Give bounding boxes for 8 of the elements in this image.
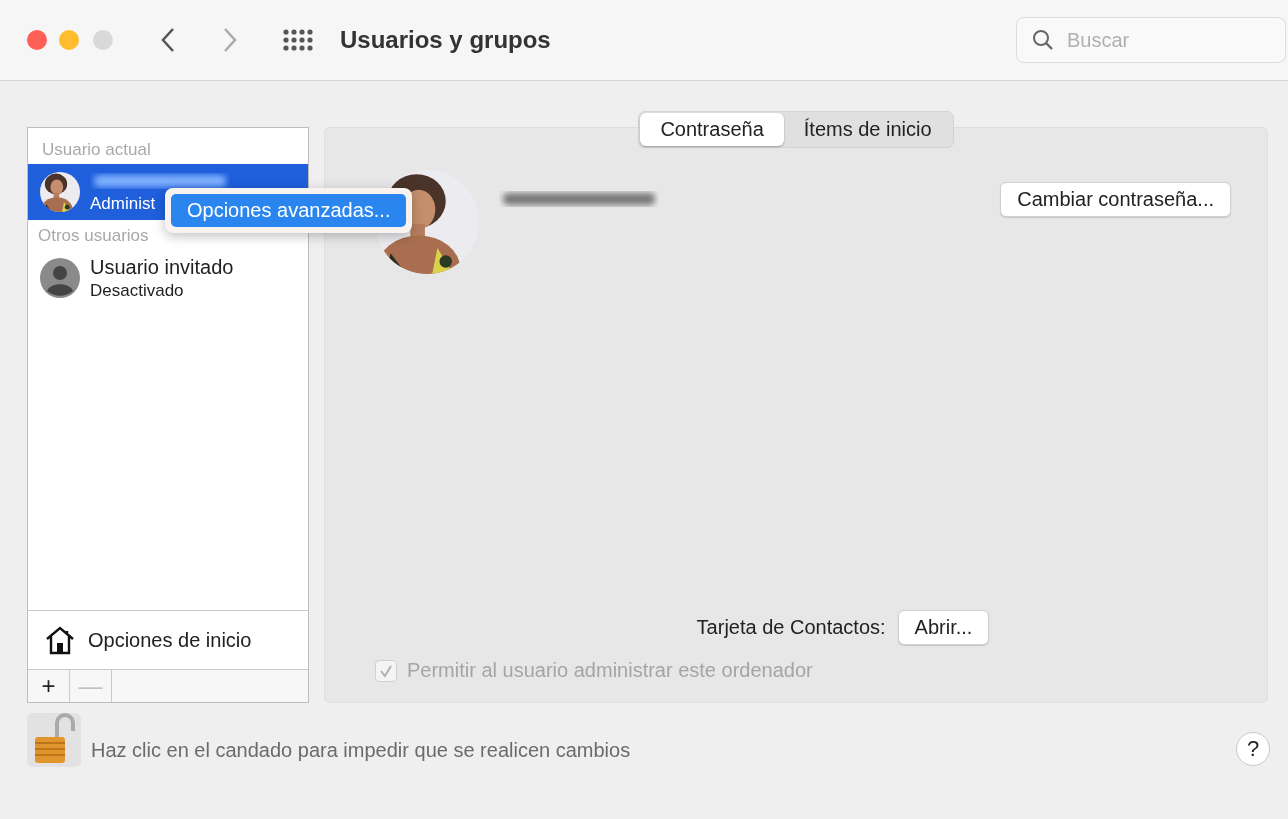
admin-checkbox-label: Permitir al usuario administrar este ordenador [407,659,813,682]
section-header: Usuario actual [41,139,152,161]
user-name: Usuario invitado [90,255,234,279]
contacts-label: Tarjeta de Contactos: [696,616,886,639]
lock-hint: Haz clic en el candado para impedir que se realicen cambios [91,738,631,762]
window-title: Usuarios y grupos [340,26,551,54]
user-role: Desactivado [90,280,185,301]
section-header: Otros usuarios [37,225,150,247]
